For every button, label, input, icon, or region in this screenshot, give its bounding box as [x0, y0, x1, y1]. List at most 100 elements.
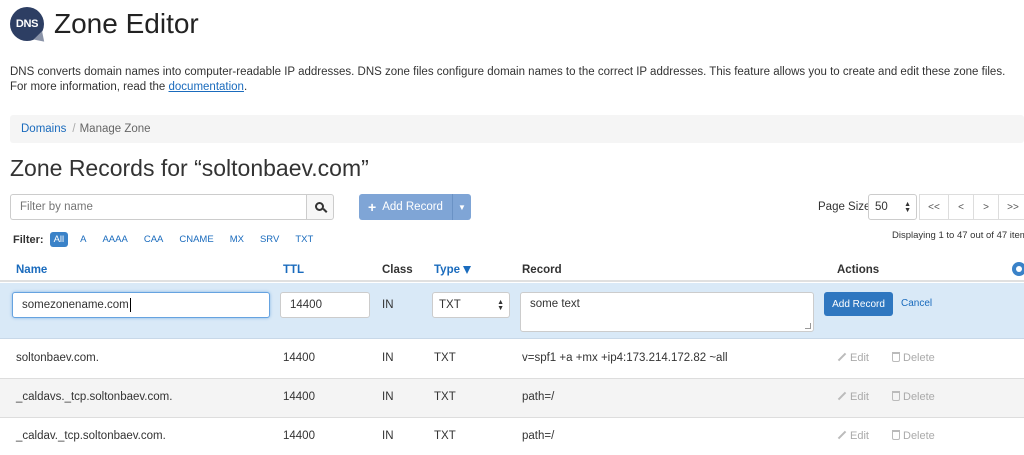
edit-button[interactable]: Edit — [837, 352, 869, 364]
breadcrumb-domains-link[interactable]: Domains — [21, 123, 66, 135]
filter-by-name-input[interactable] — [10, 194, 306, 220]
table-row: _caldavs._tcp.soltonbaev.com. 14400 IN T… — [0, 379, 1024, 418]
first-page-button[interactable]: << — [919, 194, 949, 220]
edit-button[interactable]: Edit — [837, 430, 869, 442]
pencil-icon — [837, 391, 847, 401]
record-data: v=spf1 +a +mx +ip4:173.214.172.82 ~all — [522, 352, 728, 364]
edit-label: Edit — [850, 352, 869, 364]
column-class-header: Class — [382, 264, 413, 276]
text-caret — [129, 298, 131, 312]
record-ttl: 14400 — [283, 352, 315, 364]
caret-down-icon: ▼ — [458, 202, 466, 212]
cancel-link[interactable]: Cancel — [901, 298, 932, 309]
filter-all[interactable]: All — [49, 232, 69, 247]
delete-label: Delete — [903, 430, 935, 442]
page-header: DNS Zone Editor — [10, 7, 199, 46]
delete-button[interactable]: Delete — [892, 391, 935, 403]
trash-icon — [892, 430, 900, 440]
edit-button[interactable]: Edit — [837, 391, 869, 403]
record-type: TXT — [434, 430, 456, 442]
filter-caa[interactable]: CAA — [144, 234, 164, 245]
record-type-select[interactable]: TXT ▲ ▼ — [432, 292, 510, 318]
page-size-select[interactable]: 50 ▲ ▼ — [868, 194, 917, 220]
search-button[interactable] — [306, 194, 334, 220]
record-data: path=/ — [522, 391, 555, 403]
column-actions-header: Actions — [837, 264, 880, 276]
filter-txt[interactable]: TXT — [295, 234, 313, 245]
filter-mx[interactable]: MX — [230, 234, 244, 245]
resize-grip-icon[interactable] — [805, 323, 811, 329]
filter-label: Filter: — [13, 233, 44, 246]
page-title: Zone Editor — [54, 8, 199, 39]
plus-icon: + — [368, 199, 377, 215]
zone-records-title: Zone Records for “soltonbaev.com” — [10, 155, 369, 181]
page-size-value: 50 — [875, 201, 888, 213]
new-record-form-row: somezonename.com 14400 IN TXT ▲ ▼ some te… — [0, 283, 1024, 339]
record-ttl: 14400 — [283, 430, 315, 442]
column-name-header[interactable]: Name — [16, 264, 47, 276]
documentation-link[interactable]: documentation — [169, 81, 244, 93]
edit-label: Edit — [850, 391, 869, 403]
next-page-button[interactable]: > — [973, 194, 999, 220]
column-type-header[interactable]: Type — [434, 264, 471, 276]
column-ttl-header[interactable]: TTL — [283, 264, 304, 276]
select-arrows-icon: ▲ ▼ — [904, 201, 911, 214]
record-class: IN — [382, 430, 394, 442]
trash-icon — [892, 391, 900, 401]
search-icon — [314, 201, 324, 211]
breadcrumb-separator: / — [72, 123, 76, 135]
page-description: DNS converts domain names into computer-… — [10, 65, 1022, 95]
gear-icon[interactable] — [1012, 262, 1024, 276]
description-suffix: . — [243, 81, 248, 93]
record-name-input[interactable]: somezonename.com — [12, 292, 270, 318]
page-size-label: Page Size — [818, 201, 871, 213]
pencil-icon — [837, 352, 847, 362]
edit-label: Edit — [850, 430, 869, 442]
record-ttl-value: 14400 — [290, 299, 322, 311]
delete-label: Delete — [903, 391, 935, 403]
filter-a[interactable]: A — [80, 234, 86, 245]
submit-add-record-button[interactable]: Add Record — [824, 292, 893, 316]
record-name-value: somezonename.com — [22, 299, 129, 311]
breadcrumb: Domains / Manage Zone — [10, 115, 1024, 143]
record-ttl-input[interactable]: 14400 — [280, 292, 370, 318]
delete-button[interactable]: Delete — [892, 430, 935, 442]
add-record-label: Add Record — [382, 201, 443, 213]
record-name: soltonbaev.com. — [16, 352, 99, 364]
table-row: _caldav._tcp.soltonbaev.com. 14400 IN TX… — [0, 418, 1024, 455]
type-filter-bar: Filter: All A AAAA CAA CNAME MX SRV TXT — [13, 232, 321, 247]
cursor-icon — [33, 31, 49, 46]
column-record-header: Record — [522, 264, 562, 276]
filter-cname[interactable]: CNAME — [179, 234, 213, 245]
description-text: DNS converts domain names into computer-… — [10, 66, 1006, 93]
select-arrows-icon: ▲ ▼ — [497, 299, 504, 312]
record-class-value: IN — [382, 299, 394, 311]
record-class: IN — [382, 352, 394, 364]
sort-down-icon — [463, 266, 471, 274]
last-page-button[interactable]: >> — [998, 194, 1024, 220]
delete-button[interactable]: Delete — [892, 352, 935, 364]
filter-srv[interactable]: SRV — [260, 234, 279, 245]
pagination: << < > >> — [919, 194, 1024, 220]
record-data-textarea[interactable]: some text — [520, 292, 814, 332]
record-type: TXT — [434, 391, 456, 403]
table-row: soltonbaev.com. 14400 IN TXT v=spf1 +a +… — [0, 340, 1024, 379]
trash-icon — [892, 352, 900, 362]
delete-label: Delete — [903, 352, 935, 364]
dns-logo-icon: DNS — [10, 7, 49, 46]
displaying-count: Displaying 1 to 47 out of 47 items — [892, 230, 1024, 241]
pencil-icon — [837, 430, 847, 440]
record-name: _caldav._tcp.soltonbaev.com. — [16, 430, 166, 442]
add-record-dropdown-toggle[interactable]: ▼ — [452, 194, 471, 220]
breadcrumb-current: Manage Zone — [79, 123, 151, 135]
add-record-button[interactable]: + Add Record — [359, 194, 452, 220]
filter-aaaa[interactable]: AAAA — [102, 234, 127, 245]
record-class: IN — [382, 391, 394, 403]
column-type-label: Type — [434, 264, 460, 276]
logo-text: DNS — [15, 18, 39, 30]
record-type: TXT — [434, 352, 456, 364]
record-type-value: TXT — [439, 299, 461, 311]
prev-page-button[interactable]: < — [948, 194, 974, 220]
record-data: path=/ — [522, 430, 555, 442]
record-ttl: 14400 — [283, 391, 315, 403]
